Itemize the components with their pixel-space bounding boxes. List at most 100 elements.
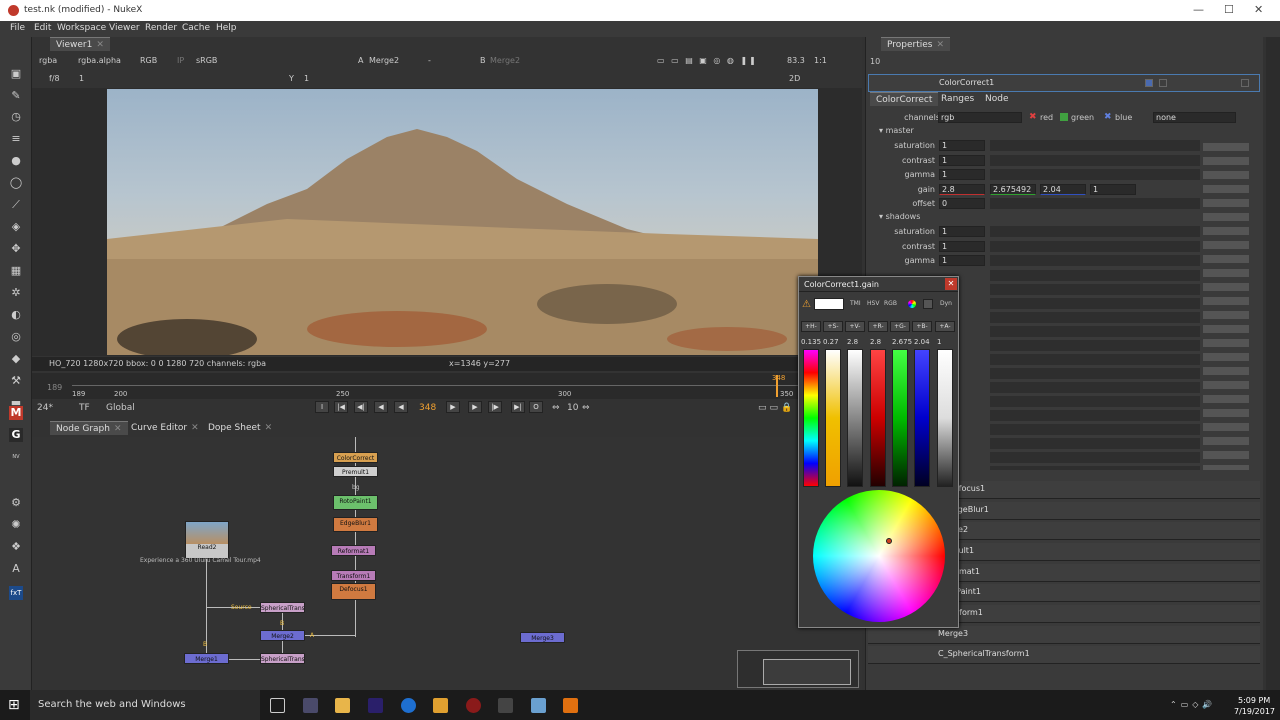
node-merge3[interactable]: Merge3 bbox=[520, 632, 565, 643]
hue-slider[interactable] bbox=[803, 349, 819, 487]
offset-input[interactable]: 0 bbox=[939, 198, 985, 209]
menu-help[interactable]: Help bbox=[216, 23, 237, 33]
gamma-slider[interactable] bbox=[990, 169, 1200, 180]
contrast-slider[interactable] bbox=[990, 155, 1200, 166]
3d-tool-icon[interactable]: ▦ bbox=[9, 264, 23, 278]
gain-g-input[interactable]: 2.675492 bbox=[990, 184, 1036, 195]
tf-select[interactable]: TF bbox=[79, 403, 90, 413]
folder-icon[interactable] bbox=[433, 698, 448, 713]
close-tab-icon[interactable]: ✕ bbox=[114, 424, 122, 434]
value-slider[interactable] bbox=[847, 349, 863, 487]
tab-dope-sheet[interactable]: Dope Sheet ✕ bbox=[202, 421, 278, 435]
saturation-slider[interactable] bbox=[990, 140, 1200, 151]
metadata-tool-icon[interactable]: ◆ bbox=[9, 352, 23, 366]
merge-tool-icon[interactable]: ◈ bbox=[9, 220, 23, 234]
next-frame-button[interactable]: ▶ bbox=[468, 401, 482, 413]
wheel-toggle-icon[interactable] bbox=[908, 300, 916, 308]
node-merge1[interactable]: Merge1 bbox=[184, 653, 229, 664]
last-frame-button[interactable]: ▶| bbox=[511, 401, 525, 413]
btn-blue[interactable]: +B- bbox=[912, 321, 932, 332]
timeline[interactable]: 189 189 200 250 300 350 348 bbox=[32, 373, 862, 399]
menu-edit[interactable]: Edit bbox=[34, 23, 51, 33]
gamma-slider[interactable] bbox=[990, 255, 1200, 266]
close-tab-icon[interactable]: ✕ bbox=[96, 40, 104, 50]
play-button[interactable]: ▶ bbox=[446, 401, 460, 413]
gain-b-input[interactable]: 2.04 bbox=[1040, 184, 1086, 195]
out-point-button[interactable]: O bbox=[529, 401, 543, 413]
ratio-select[interactable]: 1:1 bbox=[814, 54, 827, 68]
gamma-input[interactable]: 1 bbox=[939, 169, 985, 180]
ip-button[interactable]: IP bbox=[177, 54, 184, 68]
float-icon[interactable] bbox=[1159, 79, 1167, 87]
file-explorer-icon[interactable] bbox=[335, 698, 350, 713]
skip-icon-2[interactable]: ⇔ bbox=[582, 403, 590, 413]
time-tool-icon[interactable]: ◷ bbox=[9, 110, 23, 124]
flipbook-icons[interactable]: ▭▭🔒 bbox=[758, 403, 795, 413]
gain-a-input[interactable]: 1 bbox=[1090, 184, 1136, 195]
val-sat[interactable]: 0.27 bbox=[823, 338, 839, 346]
val-hue[interactable]: 0.135 bbox=[801, 338, 821, 346]
frame-field[interactable]: 348 bbox=[419, 403, 436, 413]
viewer-toolbar-icons[interactable]: ▭ ▭ ▤ ▣ ◎ ◍ ❚❚ bbox=[657, 54, 758, 68]
image-tool-icon[interactable]: ▣ bbox=[9, 67, 23, 81]
timeline-track[interactable] bbox=[72, 385, 837, 386]
btn-red[interactable]: +R- bbox=[868, 321, 888, 332]
subtab-ranges[interactable]: Ranges bbox=[935, 92, 980, 106]
color-swatch[interactable] bbox=[814, 298, 844, 310]
gain-r-input[interactable]: 2.8 bbox=[939, 184, 985, 195]
val-red[interactable]: 2.8 bbox=[870, 338, 881, 346]
m-plugin-icon[interactable]: M bbox=[9, 406, 23, 420]
app-icon-1[interactable] bbox=[303, 698, 318, 713]
master-group[interactable]: ▾ master bbox=[879, 126, 914, 135]
mode-rgb[interactable]: RGB bbox=[884, 300, 897, 307]
btn-alpha[interactable]: +A- bbox=[935, 321, 955, 332]
skip-icon[interactable]: ⇔ bbox=[552, 403, 560, 413]
minimap-viewport[interactable] bbox=[763, 659, 851, 685]
btn-hue[interactable]: +H- bbox=[801, 321, 821, 332]
picker-titlebar[interactable]: ColorCorrect1.gain ✕ bbox=[799, 277, 958, 292]
y-input[interactable]: 1 bbox=[304, 72, 309, 86]
contrast-input[interactable]: 1 bbox=[939, 241, 985, 252]
wheel-cursor[interactable] bbox=[886, 538, 892, 544]
system-tray-icons[interactable]: ⌃▭◇🔊 bbox=[1170, 700, 1216, 709]
red-checkbox[interactable]: ✖ bbox=[1029, 112, 1037, 122]
keyer-tool-icon[interactable]: ⟋ bbox=[9, 198, 23, 212]
transform-tool-icon[interactable]: ✥ bbox=[9, 242, 23, 256]
node-reformat[interactable]: Reformat1 bbox=[331, 545, 376, 556]
color-tool-icon[interactable]: ● bbox=[9, 154, 23, 168]
windows-start-icon[interactable]: ⊞ bbox=[8, 697, 20, 713]
panel-header-merge3[interactable]: Merge3 bbox=[868, 626, 1260, 644]
next-key-button[interactable]: |▶ bbox=[488, 401, 502, 413]
swatches-icon[interactable] bbox=[923, 299, 933, 309]
node-sphericaltransform1[interactable]: SphericalTransform1 bbox=[260, 602, 305, 613]
in-point-button[interactable]: I bbox=[315, 401, 329, 413]
channels-select[interactable]: rgba bbox=[39, 54, 57, 68]
colorspace-select[interactable]: RGB bbox=[140, 54, 157, 68]
app-icon-3[interactable] bbox=[531, 698, 546, 713]
red-slider[interactable] bbox=[870, 349, 886, 487]
app-icon-2[interactable] bbox=[466, 698, 481, 713]
plugin-icon-1[interactable]: ⚙ bbox=[9, 496, 23, 510]
close-tab-icon[interactable]: ✕ bbox=[936, 40, 944, 50]
btn-green[interactable]: +G- bbox=[890, 321, 910, 332]
prev-frame-button[interactable]: ◀ bbox=[374, 401, 388, 413]
color-wheel[interactable] bbox=[813, 490, 945, 622]
taskbar-search[interactable]: Search the web and Windows bbox=[30, 690, 260, 720]
vlc-icon[interactable] bbox=[563, 698, 578, 713]
tab-node-graph[interactable]: Node Graph ✕ bbox=[50, 421, 128, 435]
input-b-select[interactable]: Merge2 bbox=[490, 54, 520, 68]
plugin-icon-4[interactable]: A bbox=[9, 562, 23, 576]
plugin-icon-2[interactable]: ✺ bbox=[9, 518, 23, 532]
views-tool-icon[interactable]: ◎ bbox=[9, 330, 23, 344]
channels-select[interactable]: rgb bbox=[938, 112, 1022, 123]
val-blue[interactable]: 2.04 bbox=[914, 338, 930, 346]
nuke-taskbar-icon[interactable] bbox=[498, 698, 513, 713]
after-effects-icon[interactable] bbox=[368, 698, 383, 713]
alpha-slider[interactable] bbox=[937, 349, 953, 487]
offset-slider[interactable] bbox=[990, 198, 1200, 209]
particles-tool-icon[interactable]: ✲ bbox=[9, 286, 23, 300]
step-field[interactable]: 10 bbox=[567, 403, 578, 413]
composite-select[interactable]: - bbox=[428, 54, 431, 68]
saturation-slider[interactable] bbox=[990, 226, 1200, 237]
node-colorcorrect[interactable]: ColorCorrect bbox=[333, 452, 378, 463]
